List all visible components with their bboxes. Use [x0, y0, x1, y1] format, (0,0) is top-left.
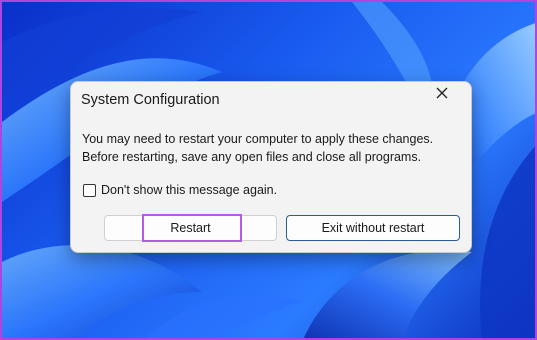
restart-button[interactable]: Restart	[104, 214, 277, 242]
dialog-title: System Configuration	[81, 92, 220, 108]
dialog-message: You may need to restart your computer to…	[82, 130, 462, 166]
system-configuration-dialog: System Configuration You may need to res…	[70, 81, 472, 253]
message-line-1: You may need to restart your computer to…	[82, 132, 434, 146]
dont-show-again-checkbox[interactable]	[83, 183, 96, 197]
close-icon	[436, 87, 448, 99]
dialog-titlebar: System Configuration	[71, 82, 471, 120]
message-line-2: Before restarting, save any open files a…	[82, 150, 422, 164]
dont-show-again-row[interactable]: Don't show this message again.	[83, 183, 277, 197]
close-button[interactable]	[435, 86, 465, 116]
desktop-wallpaper: System Configuration You may need to res…	[0, 0, 537, 340]
exit-without-restart-button[interactable]: Exit without restart	[286, 215, 460, 241]
dont-show-again-label: Don't show this message again.	[101, 183, 278, 197]
restart-highlight-box	[142, 214, 242, 242]
exit-button-label: Exit without restart	[321, 221, 425, 235]
